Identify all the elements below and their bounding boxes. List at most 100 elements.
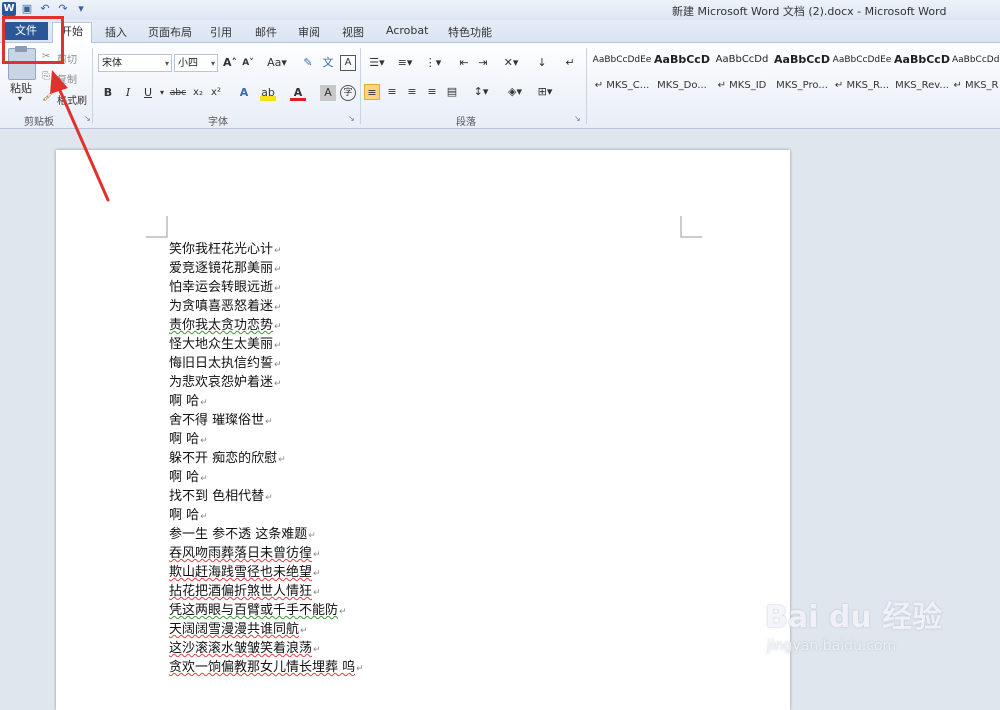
- text-line: 怕幸运会转眼远逝↵: [169, 280, 282, 295]
- phonetic-guide-icon[interactable]: 文: [320, 55, 336, 71]
- text-line: 悔旧日太执信约誓↵: [169, 356, 282, 371]
- bullets-icon[interactable]: ☰▾: [366, 55, 388, 71]
- chinese-layout-icon[interactable]: ✕▾: [500, 55, 522, 71]
- font-group-label: 字体: [208, 117, 228, 128]
- style-sample: AaBbCcD: [654, 53, 710, 66]
- text-line: 这沙滚滚水皱皱笑着浪荡↵: [169, 641, 321, 656]
- style-item[interactable]: AaBbCcDdEe ↵ MKS_R: [952, 52, 1000, 96]
- distributed-button[interactable]: ▤: [444, 84, 460, 100]
- shading-icon[interactable]: ◈▾: [504, 84, 526, 100]
- style-sample: AaBbCcD: [894, 53, 950, 66]
- character-border-icon[interactable]: A: [340, 55, 356, 71]
- subscript-button[interactable]: x₂: [190, 85, 206, 101]
- document-body[interactable]: 笑你我枉花光心计↵ 爱竞逐镜花那美丽↵ 怕幸运会转眼远逝↵ 为贪嗔喜恶怒着迷↵ …: [169, 240, 364, 677]
- text-line: 为悲欢哀怨妒着迷↵: [169, 375, 282, 390]
- style-item[interactable]: AaBbCcD MKS_Pro...: [772, 52, 832, 96]
- chevron-down-icon: ▾: [210, 59, 215, 68]
- text-line: 笑你我枉花光心计↵: [169, 242, 282, 257]
- style-sample: AaBbCcD: [774, 53, 830, 66]
- watermark-url: jingyan.baidu.com: [767, 638, 897, 654]
- tab-references[interactable]: 引用: [210, 24, 232, 40]
- shrink-font-icon[interactable]: A˅: [240, 55, 256, 71]
- style-sample: AaBbCcDd: [715, 54, 769, 65]
- sort-icon[interactable]: ↓: [534, 55, 550, 71]
- text-line: 贪欢一饷偏教那女儿情长埋葬 呜↵: [169, 660, 364, 675]
- watermark-brand: Bai du 经验: [765, 600, 943, 635]
- style-name: ↵ MKS_ID: [717, 80, 767, 91]
- style-sample: AaBbCcDdEe: [952, 55, 1000, 65]
- decrease-indent-icon[interactable]: ⇤: [456, 55, 472, 71]
- clear-formatting-icon[interactable]: ✎: [300, 55, 316, 71]
- paragraph-group-label: 段落: [456, 117, 476, 128]
- text-line: 找不到 色相代替↵: [169, 489, 273, 504]
- style-item[interactable]: AaBbCcD MKS_Rev...: [892, 52, 952, 96]
- text-line: 啊 哈↵: [169, 394, 208, 409]
- text-line: 舍不得 璀璨俗世↵: [169, 413, 273, 428]
- character-shading-icon[interactable]: A: [320, 85, 336, 101]
- group-separator: [586, 48, 587, 124]
- font-color-icon[interactable]: A: [290, 85, 306, 101]
- window-title: 新建 Microsoft Word 文档 (2).docx - Microsof…: [672, 5, 947, 18]
- style-item[interactable]: AaBbCcDdEe ↵ MKS_R...: [832, 52, 892, 96]
- grow-font-icon[interactable]: A˄: [222, 55, 238, 71]
- margin-corner-mark: [146, 216, 168, 238]
- text-line: 参一生 参不透 这条难题↵: [169, 527, 316, 542]
- highlight-color-icon[interactable]: ab: [260, 85, 276, 101]
- style-item[interactable]: AaBbCcD MKS_Do...: [652, 52, 712, 96]
- style-name: MKS_Pro...: [776, 80, 828, 91]
- style-item[interactable]: AaBbCcDdEe ↵ MKS_C...: [592, 52, 652, 96]
- change-case-icon[interactable]: Aa▾: [266, 55, 288, 71]
- tab-page-layout[interactable]: 页面布局: [148, 24, 192, 40]
- text-line: 啊 哈↵: [169, 432, 208, 447]
- strikethrough-button[interactable]: abc: [168, 85, 188, 101]
- align-right-button[interactable]: ≡: [404, 84, 420, 100]
- borders-icon[interactable]: ⊞▾: [534, 84, 556, 100]
- show-formatting-marks-icon[interactable]: ↵: [562, 55, 578, 71]
- text-line: 责你我太贪功恋势↵: [169, 318, 282, 333]
- style-sample: AaBbCcDdEe: [832, 55, 892, 65]
- tab-mailings[interactable]: 邮件: [255, 24, 277, 40]
- tab-review[interactable]: 审阅: [298, 24, 320, 40]
- text-line: 啊 哈↵: [169, 508, 208, 523]
- chevron-down-icon: ▾: [164, 59, 169, 68]
- text-line: 爱竞逐镜花那美丽↵: [169, 261, 282, 276]
- text-line: 欺山赶海践雪径也未绝望↵: [169, 565, 321, 580]
- text-effects-icon[interactable]: A: [236, 85, 252, 101]
- text-line: 凭这两眼与百臂或千手不能防↵: [169, 603, 347, 618]
- margin-corner-mark: [680, 216, 702, 238]
- text-line: 怪大地众生太美丽↵: [169, 337, 282, 352]
- superscript-button[interactable]: x²: [208, 85, 224, 101]
- text-line: 为贪嗔喜恶怒着迷↵: [169, 299, 282, 314]
- style-item[interactable]: AaBbCcDd ↵ MKS_ID: [712, 52, 772, 96]
- font-dialog-launcher-icon[interactable]: ↘: [348, 114, 355, 123]
- increase-indent-icon[interactable]: ⇥: [475, 55, 491, 71]
- text-line: 拈花把酒偏折煞世人情狂↵: [169, 584, 321, 599]
- tab-view[interactable]: 视图: [342, 24, 364, 40]
- justify-button[interactable]: ≡: [424, 84, 440, 100]
- align-center-button[interactable]: ≡: [384, 84, 400, 100]
- style-name: ↵ MKS_R...: [834, 80, 890, 91]
- text-line: 天阔阔雪漫漫共谁同航↵: [169, 622, 308, 637]
- style-name: ↵ MKS_C...: [594, 80, 650, 91]
- multilevel-list-icon[interactable]: ⋮▾: [422, 55, 444, 71]
- title-bar: W ▣ ↶ ↷ ▾ 新建 Microsoft Word 文档 (2).docx …: [0, 0, 1000, 20]
- numbering-icon[interactable]: ≡▾: [394, 55, 416, 71]
- font-size-value: 小四: [178, 58, 198, 69]
- watermark: Bai du 经验 jingyan.baidu.com: [765, 578, 995, 678]
- style-sample: AaBbCcDdEe: [592, 55, 652, 65]
- tab-special-features[interactable]: 特色功能: [448, 24, 492, 40]
- style-name: ↵ MKS_R: [953, 80, 999, 91]
- text-line: 啊 哈↵: [169, 470, 208, 485]
- tab-acrobat[interactable]: Acrobat: [386, 24, 428, 37]
- align-left-button[interactable]: ≡: [364, 84, 380, 100]
- style-name: MKS_Rev...: [895, 80, 949, 91]
- group-separator: [360, 48, 361, 124]
- text-line: 吞风吻雨葬落日未曾彷徨↵: [169, 546, 321, 561]
- text-line: 躲不开 痴恋的欣慰↵: [169, 451, 286, 466]
- style-name: MKS_Do...: [657, 80, 707, 91]
- line-spacing-icon[interactable]: ↕▾: [470, 84, 492, 100]
- font-size-select[interactable]: 小四 ▾: [174, 54, 218, 72]
- enclose-characters-icon[interactable]: 字: [340, 85, 356, 101]
- paragraph-dialog-launcher-icon[interactable]: ↘: [574, 114, 581, 123]
- annotation-arrow-icon: [50, 70, 110, 202]
